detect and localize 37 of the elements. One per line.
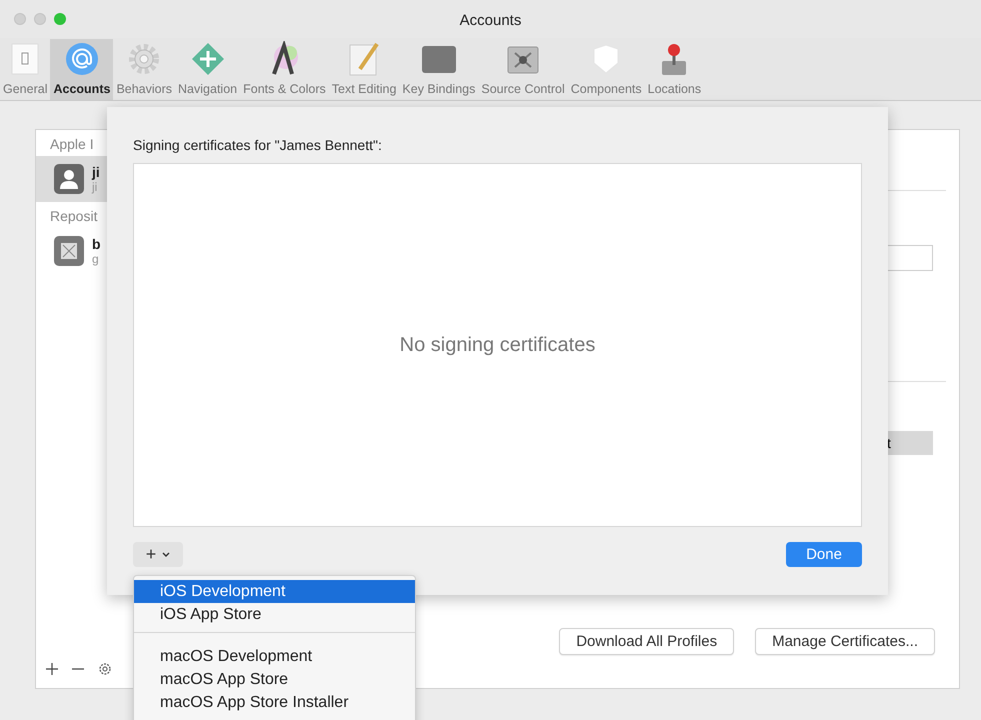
toolbar-tab[interactable]: Key Bindings	[399, 39, 478, 100]
add-icon[interactable]	[46, 663, 58, 675]
minimize-window-button[interactable]	[34, 13, 46, 25]
toolbar-tab[interactable]: Components	[568, 39, 645, 100]
window-title: Accounts	[458, 12, 522, 29]
push-button[interactable]: Manage Certificates...	[755, 628, 935, 655]
account-name: ji	[92, 164, 100, 180]
toolbar-tab[interactable]: Navigation	[175, 39, 240, 100]
settings-icon[interactable]	[98, 662, 112, 676]
menu-item[interactable]: iOS Development	[134, 580, 415, 603]
person-icon	[54, 164, 84, 194]
account-detail: g	[92, 252, 100, 266]
done-button[interactable]: Done	[786, 542, 862, 567]
account-name: b	[92, 236, 101, 252]
section-header: Apple I	[49, 135, 95, 154]
at-sign-icon	[64, 41, 100, 77]
toolbar-tab[interactable]: Accounts	[50, 39, 114, 100]
add-certificate-button[interactable]: +	[133, 542, 183, 567]
menu-item[interactable]: macOS App Store Installer	[134, 691, 415, 714]
safe-icon	[54, 236, 84, 266]
toolbar-tab[interactable]: Locations	[644, 39, 704, 100]
sheet-title: Signing certificates for "James Bennett":	[133, 137, 383, 153]
section-header: Reposit	[49, 207, 98, 226]
toolbar-tab[interactable]: General	[0, 39, 50, 100]
push-button[interactable]: Download All Profiles	[559, 628, 734, 655]
toolbar-tab[interactable]: Behaviors	[113, 39, 176, 100]
toolbar-tab[interactable]: Fonts & Colors	[240, 39, 329, 100]
menu-item[interactable]: macOS App Store	[134, 668, 415, 691]
toolbar-tab[interactable]: Text Editing	[328, 39, 400, 100]
menu-item[interactable]: iOS App Store	[134, 603, 415, 626]
empty-message: No signing certificates	[400, 334, 596, 356]
caret-icon	[162, 552, 170, 558]
menu-item[interactable]: macOS Development	[134, 645, 415, 668]
toolbar-tab[interactable]: Source Control	[478, 39, 568, 100]
zoom-window-button[interactable]	[54, 13, 66, 25]
close-window-button[interactable]	[14, 13, 26, 25]
account-detail: ji	[92, 180, 98, 194]
